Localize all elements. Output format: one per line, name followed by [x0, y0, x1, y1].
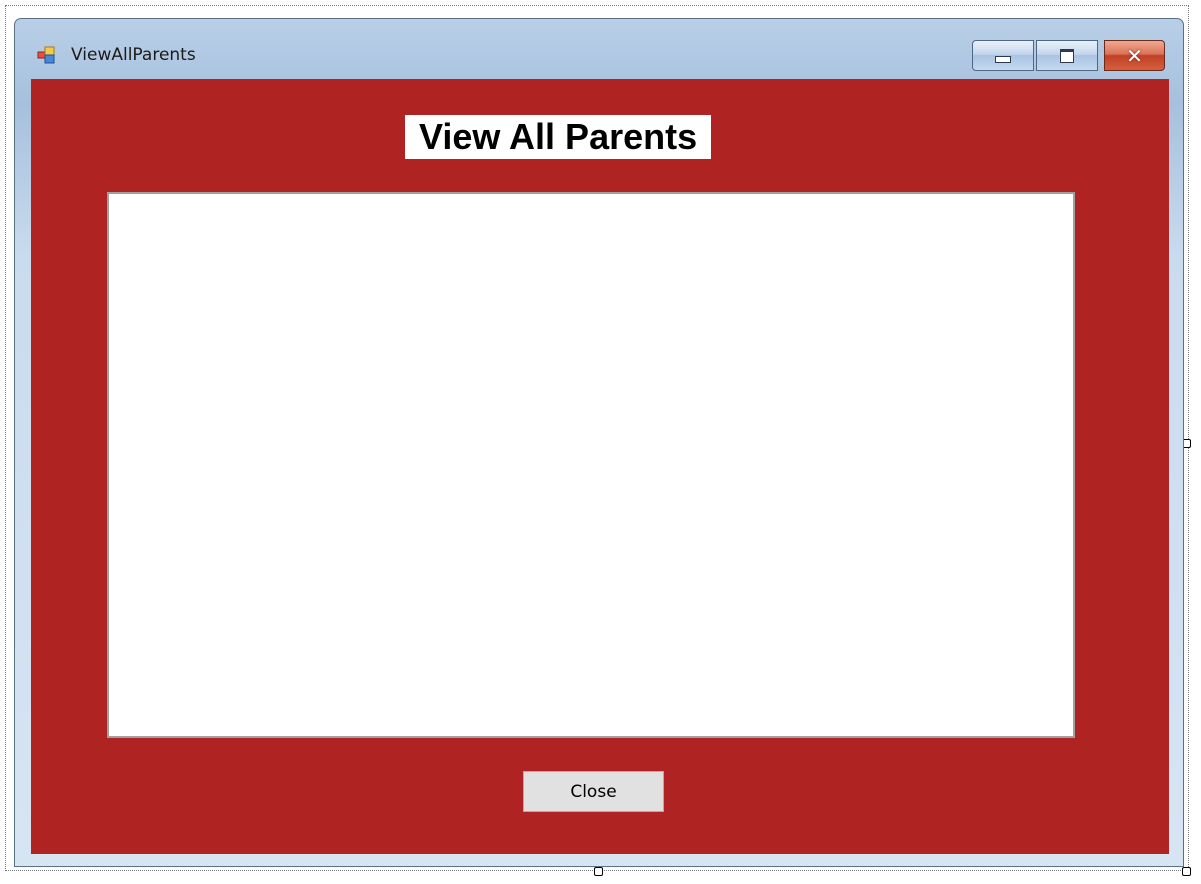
form-app-icon [37, 46, 55, 64]
resize-handle-corner[interactable] [1182, 867, 1191, 876]
minimize-icon [995, 56, 1011, 63]
parents-data-grid[interactable] [107, 192, 1075, 738]
minimize-button[interactable] [972, 40, 1034, 71]
title-bar[interactable]: ViewAllParents ✕ [15, 19, 1183, 77]
close-button[interactable]: Close [523, 771, 664, 812]
window-close-button[interactable]: ✕ [1104, 40, 1165, 71]
maximize-icon [1060, 48, 1074, 63]
form-window: ViewAllParents ✕ View All Parents Close [14, 18, 1184, 867]
resize-handle-bottom[interactable] [594, 867, 603, 876]
window-title: ViewAllParents [71, 45, 196, 65]
close-icon: ✕ [1126, 43, 1143, 68]
page-title: View All Parents [405, 115, 712, 159]
maximize-button[interactable] [1036, 40, 1098, 71]
form-client-area: View All Parents Close [31, 79, 1169, 854]
